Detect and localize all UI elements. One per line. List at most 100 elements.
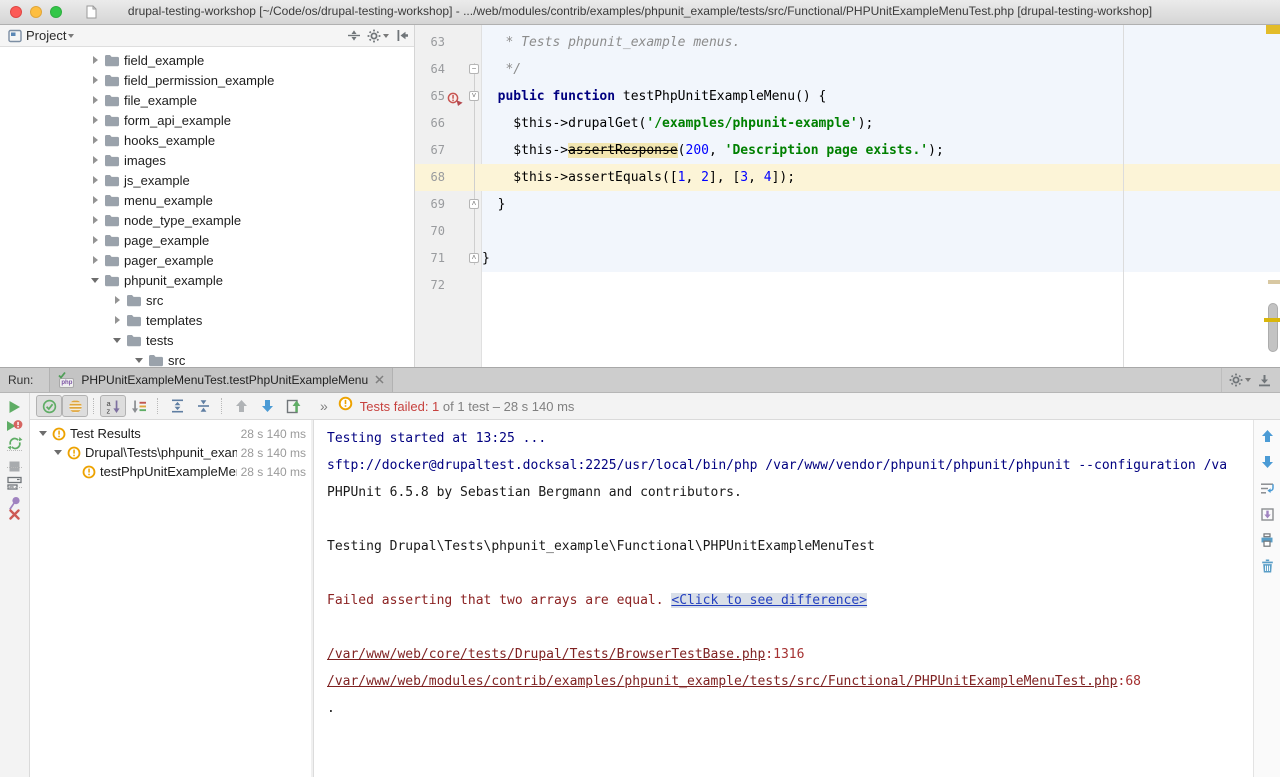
chevron-down-icon[interactable]	[88, 278, 102, 283]
test-tree-row[interactable]: testPhpUnitExampleMenu28 s 140 ms	[30, 462, 311, 481]
error-stripe-warning-mark[interactable]	[1266, 25, 1280, 34]
tree-item-field_permission_example[interactable]: field_permission_example	[0, 70, 413, 90]
tree-item-pager_example[interactable]: pager_example	[0, 250, 413, 270]
chevron-right-icon[interactable]	[88, 136, 102, 144]
code-line-65[interactable]: 65˅ public function testPhpUnitExampleMe…	[415, 83, 1280, 110]
tree-item-page_example[interactable]: page_example	[0, 230, 413, 250]
down-button[interactable]	[1254, 452, 1280, 472]
code-line-67[interactable]: 67 $this->assertResponse(200, 'Descripti…	[415, 137, 1280, 164]
chevron-right-icon[interactable]	[88, 256, 102, 264]
show-passed-button[interactable]	[36, 395, 62, 417]
tree-item-images[interactable]: images	[0, 150, 413, 170]
close-button[interactable]	[0, 504, 29, 524]
tree-item-form_api_example[interactable]: form_api_example	[0, 110, 413, 130]
project-settings-gear-button[interactable]	[366, 26, 390, 46]
code-editor[interactable]: 63 * Tests phpunit_example menus.64− */6…	[415, 25, 1280, 367]
code-token	[482, 89, 498, 104]
tree-item-templates[interactable]: templates	[0, 310, 413, 330]
hide-project-panel-button[interactable]	[390, 26, 414, 46]
chevron-right-icon[interactable]	[88, 76, 102, 84]
chevron-down-icon[interactable]	[36, 431, 50, 436]
rerun-button[interactable]	[0, 397, 29, 417]
error-stripe-warning-mark[interactable]	[1264, 318, 1280, 322]
fold-marker-icon[interactable]: −	[469, 64, 479, 74]
hide-run-panel-button[interactable]	[1252, 370, 1276, 390]
sort-by-duration-button[interactable]	[126, 395, 152, 417]
folder-icon	[104, 74, 120, 87]
code-token: );	[858, 116, 874, 131]
chevron-right-icon[interactable]	[110, 316, 124, 324]
sort-alphabetically-button[interactable]: az	[100, 395, 126, 417]
tree-item-js_example[interactable]: js_example	[0, 170, 413, 190]
fold-marker-icon[interactable]: ˅	[469, 91, 479, 101]
run-configuration-tab[interactable]: php PHPUnitExampleMenuTest.testPhpUnitEx…	[49, 368, 393, 392]
chevron-right-icon[interactable]	[88, 236, 102, 244]
up-button[interactable]	[1254, 426, 1280, 446]
code-line-71[interactable]: 71˄}	[415, 245, 1280, 272]
show-ignored-button[interactable]	[62, 395, 88, 417]
chevron-right-icon[interactable]	[88, 196, 102, 204]
tree-item-phpunit_example[interactable]: phpunit_example	[0, 270, 413, 290]
test-tree-row[interactable]: Drupal\Tests\phpunit_example\Functional\…	[30, 443, 311, 462]
code-text: $this->assertResponse(200, 'Description …	[482, 137, 944, 164]
restore-layout-button[interactable]	[0, 473, 29, 493]
file-link[interactable]: /var/www/web/modules/contrib/examples/ph…	[327, 674, 1118, 689]
svg-text:z: z	[106, 406, 110, 414]
fold-marker-icon[interactable]: ˄	[469, 253, 479, 263]
run-tool-window: Run: php PHPUnitExampleMenuTest.testPhpU…	[0, 367, 1280, 777]
more-options-chevrons[interactable]: »	[320, 398, 328, 414]
previous-failed-test-button[interactable]	[228, 395, 254, 417]
close-tab-icon[interactable]	[375, 373, 384, 387]
tree-item-tests[interactable]: tests	[0, 330, 413, 350]
console-line: Testing Drupal\Tests\phpunit_example\Fun…	[327, 533, 1253, 560]
line-number: 67	[415, 137, 445, 164]
chevron-right-icon[interactable]	[88, 96, 102, 104]
editor-scrollbar-thumb[interactable]	[1268, 303, 1278, 352]
collapse-all-button[interactable]	[190, 395, 216, 417]
chevron-down-icon[interactable]	[110, 338, 124, 343]
folder-icon	[104, 174, 120, 187]
fold-marker-icon[interactable]: ˄	[469, 199, 479, 209]
file-link[interactable]: /var/www/web/core/tests/Drupal/Tests/Bro…	[327, 647, 765, 662]
clear-all-button[interactable]	[1254, 556, 1280, 576]
code-line-69[interactable]: 69˄ }	[415, 191, 1280, 218]
test-tree-row[interactable]: Test Results28 s 140 ms	[30, 424, 311, 443]
code-line-72[interactable]: 72	[415, 272, 1280, 299]
error-stripe-mark[interactable]	[1268, 280, 1280, 284]
tree-item-file_example[interactable]: file_example	[0, 90, 413, 110]
soft-wrap-button[interactable]	[1254, 478, 1280, 498]
tree-item-src[interactable]: src	[0, 350, 413, 367]
code-line-63[interactable]: 63 * Tests phpunit_example menus.	[415, 29, 1280, 56]
chevron-down-icon[interactable]	[51, 450, 65, 455]
test-tree-label: Drupal\Tests\phpunit_example\Functional\…	[85, 445, 237, 460]
chevron-right-icon[interactable]	[88, 156, 102, 164]
tree-item-hooks_example[interactable]: hooks_example	[0, 130, 413, 150]
code-line-68[interactable]: 68 $this->assertEquals([1, 2], [3, 4]);	[415, 164, 1280, 191]
import-test-results-button[interactable]	[280, 395, 306, 417]
toolbar-separator	[7, 450, 22, 451]
next-failed-test-button[interactable]	[254, 395, 280, 417]
expand-all-button[interactable]	[164, 395, 190, 417]
folder-icon	[104, 114, 120, 127]
test-console-output[interactable]: Testing started at 13:25 ...sftp://docke…	[314, 420, 1253, 777]
tree-item-menu_example[interactable]: menu_example	[0, 190, 413, 210]
print-button[interactable]	[1254, 530, 1280, 550]
chevron-down-icon[interactable]	[68, 34, 74, 38]
chevron-down-icon[interactable]	[132, 358, 146, 363]
chevron-right-icon[interactable]	[88, 56, 102, 64]
chevron-right-icon[interactable]	[88, 116, 102, 124]
chevron-right-icon[interactable]	[110, 296, 124, 304]
chevron-right-icon[interactable]	[88, 216, 102, 224]
code-line-64[interactable]: 64− */	[415, 56, 1280, 83]
tree-item-node_type_example[interactable]: node_type_example	[0, 210, 413, 230]
test-failed-icon	[82, 465, 96, 479]
chevron-right-icon[interactable]	[88, 176, 102, 184]
code-line-66[interactable]: 66 $this->drupalGet('/examples/phpunit-e…	[415, 110, 1280, 137]
scroll-to-end-button[interactable]	[1254, 504, 1280, 524]
run-settings-gear-button[interactable]	[1228, 370, 1252, 390]
tree-item-field_example[interactable]: field_example	[0, 50, 413, 70]
tree-item-src[interactable]: src	[0, 290, 413, 310]
code-line-70[interactable]: 70	[415, 218, 1280, 245]
view-diff-link[interactable]: <Click to see difference>	[671, 593, 867, 608]
select-opened-file-button[interactable]	[342, 26, 366, 46]
